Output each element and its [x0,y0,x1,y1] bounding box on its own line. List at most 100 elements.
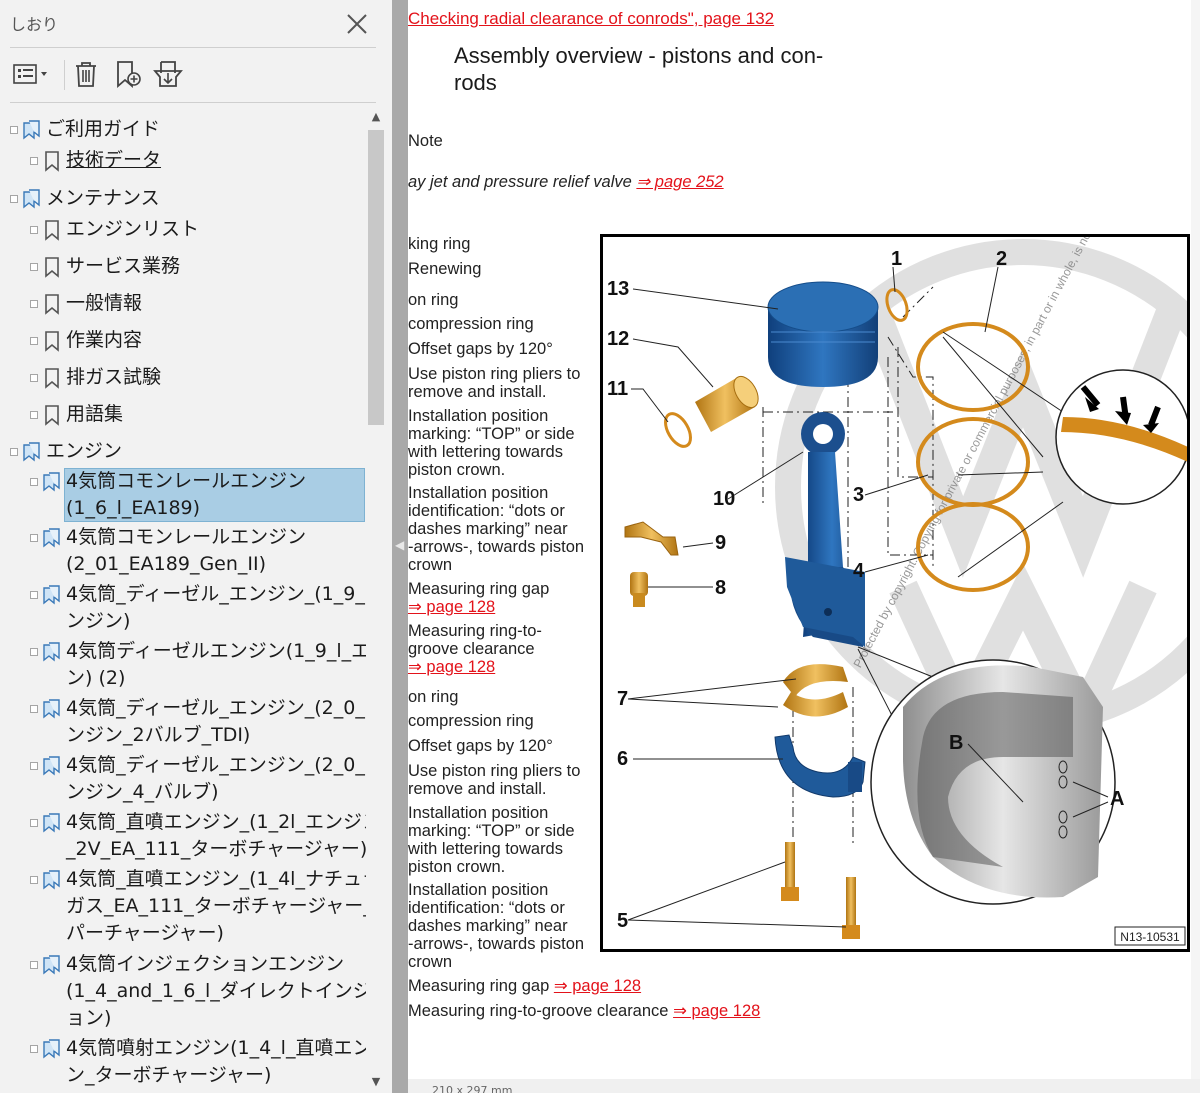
bookmark-item[interactable]: メンテナンス [0,185,366,212]
list-options-icon[interactable] [10,56,54,92]
expand-toggle-icon[interactable] [30,819,38,827]
expand-toggle-icon[interactable] [30,157,38,165]
cross-reference-link[interactable]: Checking radial clearance of conrods", p… [408,9,774,29]
bookmark-label: メンテナンス [46,187,160,209]
expand-toggle-icon[interactable] [30,374,38,382]
bookmark-page-icon[interactable] [150,56,186,92]
bookmark-label: 4気筒_ディーゼル_エンジン_(2_0_l_エ [66,754,366,776]
page-link[interactable]: ⇒ page 252 [636,173,723,191]
page-link[interactable]: ⇒ page 128 [408,598,495,617]
close-icon[interactable] [345,12,369,36]
bookmark-group-icon [42,869,62,895]
callout-label: 6 [617,748,628,770]
bookmark-label: (2_01_EA189_Gen_II) [66,553,267,575]
ring-note-line: dashes marking” near [408,520,568,538]
expand-toggle-icon[interactable] [30,300,38,308]
bookmark-group-icon [42,954,62,980]
bookmark-item[interactable]: 4気筒_ディーゼル_エンジン_(2_0_l_エ ンジン_4_バルブ) [0,752,366,806]
scroll-up-icon[interactable]: ▲ [366,110,386,128]
bookmark-group-icon [42,1038,62,1064]
page-link[interactable]: ⇒ page 128 [673,1002,760,1020]
ring-note-line: Renewing [408,260,482,278]
bookmark-label: 4気筒_ディーゼル_エンジン_(2_0_l_エ [66,697,366,719]
bookmark-item[interactable]: エンジン [0,438,366,465]
ring-note-line: identification: “dots or [408,502,565,520]
callout-label: 13 [607,278,629,300]
groove-clearance-label: groove clearance [408,640,535,658]
relief-valve-text: ay jet and pressure relief valve ⇒ page … [408,172,724,192]
expand-toggle-icon[interactable] [30,263,38,271]
bookmark-tree: ご利用ガイド 技術データメンテナンスエンジンリストサービス業務一般情報作業内容排ガ… [0,110,366,1093]
trash-icon[interactable] [68,56,104,92]
piston-part [767,281,879,387]
bookmark-item[interactable]: 4気筒コモンレールエンジン (2_01_EA189_Gen_II) [0,524,366,578]
expand-toggle-icon[interactable] [30,337,38,345]
bookmark-item[interactable]: 4気筒インジェクションエンジン (1_4_and_1_6_l_ダイレクトインジェク… [0,951,366,1032]
expand-toggle-icon[interactable] [30,961,38,969]
page-link[interactable]: ⇒ page 128 [408,658,495,677]
bookmark-label: 排ガス試験 [66,366,162,388]
bookmark-item[interactable]: 4気筒_直噴エンジン_(1_4l_ナチュラルガス_EA_111_ターボチャージャ… [0,866,366,947]
ring-note-line: Installation position [408,881,549,899]
bookmark-item[interactable]: 排ガス試験 [0,364,366,391]
bookmark-label: ンジン) [66,610,131,632]
bookmark-label: 4気筒_直噴エンジン_(1_4l_ナチュラル [66,868,366,890]
bookmark-item[interactable]: 技術データ [0,147,366,174]
panel-scrollbar[interactable]: ▲ ▼ [366,110,386,1093]
bearing-cap-part [774,734,866,798]
pressure-relief-valve-part [630,572,648,607]
expand-toggle-icon[interactable] [10,126,18,134]
expand-toggle-icon[interactable] [30,478,38,486]
callout-label: 10 [713,488,735,510]
bookmark-item[interactable]: 4気筒_直噴エンジン_(1_2l_エンジン _2V_EA_111_ターボチャージャ… [0,809,366,863]
ring-note-line: piston crown. [408,461,506,479]
document-view: Checking radial clearance of conrods", p… [408,0,1200,1093]
ring-note-line: piston crown. [408,858,506,876]
bookmark-item[interactable]: エンジンリスト [0,216,366,243]
bookmark-label: サービス業務 [66,255,181,277]
bookmark-item[interactable]: 4気筒コモンレールエンジン (1_6_l_EA189) [0,468,366,522]
bookmark-item[interactable]: 4気筒噴射エンジン(1_4_l_直噴エンジ ン_ターボチャージャー) [0,1035,366,1089]
bookmark-toolbar [10,56,376,96]
expand-toggle-icon[interactable] [10,195,18,203]
bookmark-item[interactable]: 4気筒ディーゼルエンジン(1_9_l_エンジン) (2) [0,638,366,692]
ring-note-line: identification: “dots or [408,899,565,917]
bookmark-label: (1_6_l_EA189) [66,497,201,519]
ring-gap-label: Measuring ring gap [408,977,554,995]
bookmark-item[interactable]: サービス業務 [0,253,366,280]
panel-splitter[interactable]: ◀ [392,0,408,1093]
expand-toggle-icon[interactable] [30,648,38,656]
bookmark-item[interactable]: 4気筒_ディーゼル_エンジン_(1_9_l_エ ンジン) [0,581,366,635]
bookmark-item[interactable]: 用語集 [0,401,366,428]
document-scrollbar[interactable] [1191,0,1200,1093]
bookmark-item[interactable]: ご利用ガイド [0,116,366,143]
document-horizontal-scrollbar[interactable] [408,1079,1200,1093]
scrollbar-thumb[interactable] [368,130,384,425]
bookmark-item[interactable]: 作業内容 [0,327,366,354]
ring-note-line: crown [408,953,453,971]
bookmark-label: 作業内容 [66,329,143,351]
bookmark-group-icon [22,119,42,145]
bookmark-label: ンジン_2バルブ_TDI) [66,724,251,746]
expand-toggle-icon[interactable] [30,705,38,713]
expand-toggle-icon[interactable] [30,876,38,884]
bookmark-item[interactable]: 4気筒_ディーゼル_エンジン_(2_0_l_エ ンジン_2バルブ_TDI) [0,695,366,749]
bookmark-item[interactable]: 一般情報 [0,290,366,317]
expand-toggle-icon[interactable] [30,1045,38,1053]
expand-toggle-icon[interactable] [30,591,38,599]
expand-toggle-icon[interactable] [10,448,18,456]
bookmark-group-icon [22,188,42,214]
bookmark-label: 4気筒_直噴エンジン_(1_2l_エンジン [66,811,366,833]
expand-toggle-icon[interactable] [30,534,38,542]
expand-toggle-icon[interactable] [30,762,38,770]
bookmark-group-icon [42,698,62,724]
collapse-arrow-icon[interactable]: ◀ [395,538,404,552]
expand-toggle-icon[interactable] [30,411,38,419]
callout-label: 7 [617,688,628,710]
add-bookmark-icon[interactable] [110,56,146,92]
scroll-down-icon[interactable]: ▼ [366,1075,386,1093]
bookmark-label: パーチャージャー) [66,922,224,944]
page-link[interactable]: ⇒ page 128 [554,977,641,995]
expand-toggle-icon[interactable] [30,226,38,234]
oil-jet-part [624,521,679,556]
